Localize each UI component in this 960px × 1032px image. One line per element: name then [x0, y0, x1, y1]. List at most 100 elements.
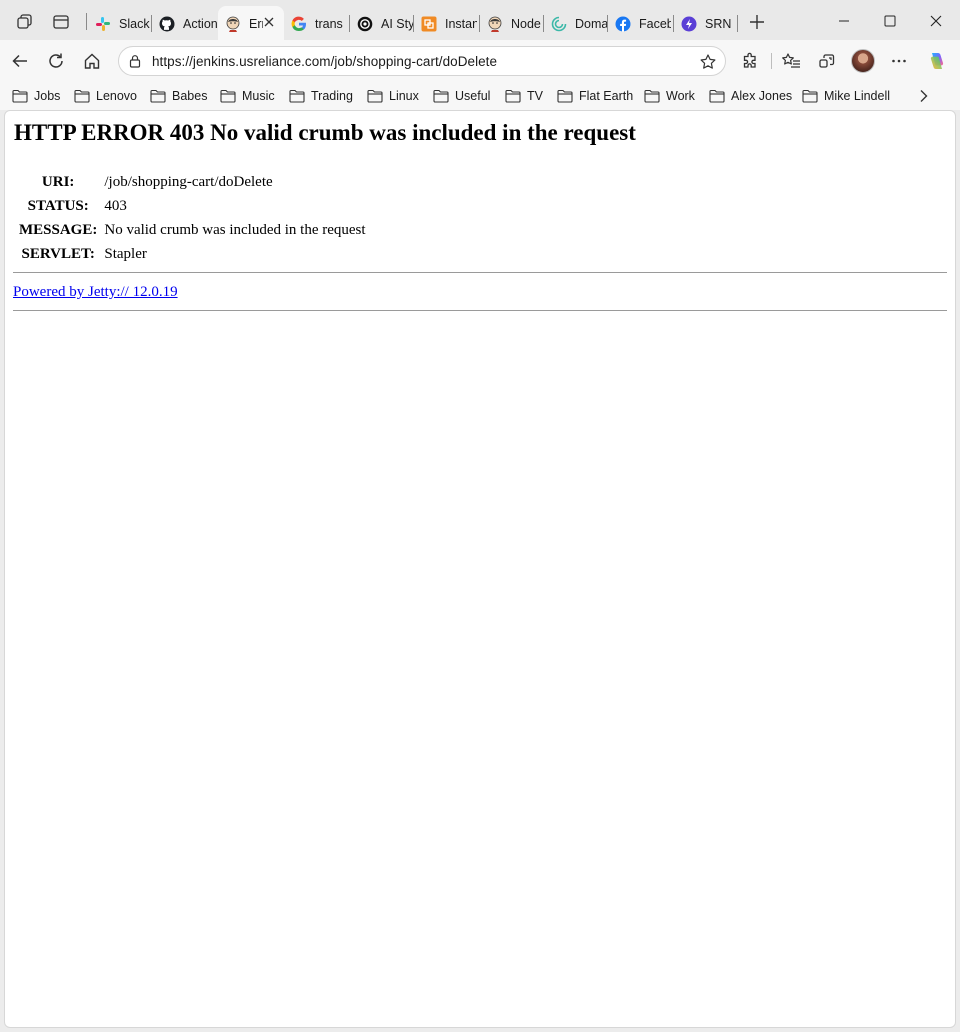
row-key: MESSAGE: — [19, 221, 98, 238]
bookmark-label: Lenovo — [96, 89, 138, 103]
minimize-button[interactable] — [821, 6, 867, 36]
jenkins-icon — [225, 16, 241, 32]
favorite-star-icon[interactable] — [699, 53, 717, 71]
bookmark-folder-alex-jones[interactable]: Alex Jones — [709, 86, 792, 106]
maximize-button[interactable] — [867, 6, 913, 36]
tab-google-translate[interactable]: translate — [284, 7, 350, 40]
teal-swirl-icon — [551, 16, 567, 32]
lock-icon[interactable] — [128, 54, 142, 68]
page-title: HTTP ERROR 403 No valid crumb was includ… — [14, 120, 636, 145]
bookmark-folder-mike-lindell[interactable]: Mike Lindell — [802, 86, 890, 106]
bookmark-folder-lenovo[interactable]: Lenovo — [74, 86, 137, 106]
collections-icon — [818, 52, 836, 70]
tab-label: Facebook — [639, 16, 671, 31]
folder-icon — [644, 89, 660, 103]
jenkins-icon — [487, 16, 503, 32]
tab-slack[interactable]: Slack — [88, 7, 152, 40]
bookmark-folder-trading[interactable]: Trading — [289, 86, 353, 106]
row-value: /job/shopping-cart/doDelete — [104, 173, 273, 190]
tab-divider — [86, 13, 87, 30]
collections-button[interactable] — [811, 45, 843, 77]
vertical-tabs-button[interactable] — [46, 8, 76, 36]
chevron-right-icon[interactable] — [914, 87, 932, 105]
tab-label: Error — [249, 16, 263, 31]
folder-icon — [289, 89, 305, 103]
row-value: Stapler — [104, 245, 147, 262]
tab-label: Node — [511, 16, 541, 31]
toolbar-divider — [771, 53, 772, 69]
favorites-button[interactable] — [775, 45, 807, 77]
tab-separator — [737, 15, 738, 32]
row-value: No valid crumb was included in the reque… — [104, 221, 366, 238]
bookmark-label: Alex Jones — [731, 89, 793, 103]
bookmark-label: Linux — [389, 89, 419, 103]
back-arrow-icon — [11, 52, 29, 70]
tab-facebook[interactable]: Facebook — [608, 7, 674, 40]
bookmark-folder-jobs[interactable]: Jobs — [12, 86, 60, 106]
folder-icon — [12, 89, 28, 103]
close-window-button[interactable] — [913, 6, 959, 36]
error-details-table: URI: /job/shopping-cart/doDelete STATUS:… — [14, 169, 371, 267]
row-key: URI: — [41, 173, 75, 190]
tab-ai-style[interactable]: AI Style — [350, 7, 414, 40]
bookmark-label: Music — [242, 89, 275, 103]
folder-icon — [220, 89, 236, 103]
bookmark-folder-babes[interactable]: Babes — [150, 86, 207, 106]
home-icon — [83, 52, 101, 70]
purple-bolt-icon — [681, 16, 697, 32]
back-button[interactable] — [4, 45, 36, 77]
workspaces-button[interactable] — [10, 8, 40, 36]
more-menu-button[interactable] — [883, 45, 915, 77]
bookmark-folder-linux[interactable]: Linux — [367, 86, 419, 106]
row-key: STATUS: — [27, 197, 89, 214]
bookmark-label: Useful — [455, 89, 491, 103]
more-horizontal-icon — [890, 52, 908, 70]
divider — [13, 272, 947, 273]
home-button[interactable] — [76, 45, 108, 77]
browser-toolbar: https://jenkins.usreliance.com/job/shopp… — [0, 40, 960, 82]
copilot-button[interactable] — [921, 45, 953, 77]
puzzle-icon — [741, 52, 759, 70]
table-row: MESSAGE: No valid crumb was included in … — [17, 219, 368, 241]
tab-github-actions[interactable]: Actions — [152, 7, 218, 40]
copilot-icon — [926, 50, 948, 72]
folder-icon — [557, 89, 573, 103]
powered-by-jetty-link[interactable]: Powered by Jetty:// 12.0.19 — [13, 284, 178, 301]
bookmark-folder-flat-earth[interactable]: Flat Earth — [557, 86, 633, 106]
tab-label: AI Style — [381, 16, 413, 31]
avatar — [851, 49, 875, 73]
bookmark-label: TV — [527, 89, 543, 103]
close-tab-button[interactable] — [262, 15, 276, 29]
tab-srn[interactable]: SRN — [674, 7, 740, 40]
extensions-button[interactable] — [734, 45, 766, 77]
bookmark-folder-music[interactable]: Music — [220, 86, 275, 106]
folder-icon — [74, 89, 90, 103]
refresh-button[interactable] — [40, 45, 72, 77]
tab-domain[interactable]: Domain — [544, 7, 608, 40]
google-icon — [291, 16, 307, 32]
divider — [13, 310, 947, 311]
refresh-icon — [47, 52, 65, 70]
tab-label: Instance — [445, 16, 477, 31]
tab-node[interactable]: Node — [480, 7, 544, 40]
tab-active-error[interactable]: Error — [218, 6, 284, 41]
openai-icon — [357, 16, 373, 32]
folder-icon — [802, 89, 818, 103]
bookmark-folder-useful[interactable]: Useful — [433, 86, 490, 106]
bookmark-folder-work[interactable]: Work — [644, 86, 695, 106]
tab-instance[interactable]: Instance — [414, 7, 480, 40]
row-value: 403 — [104, 197, 127, 214]
table-row: URI: /job/shopping-cart/doDelete — [17, 171, 368, 193]
address-bar[interactable]: https://jenkins.usreliance.com/job/shopp… — [118, 46, 726, 76]
url-text[interactable]: https://jenkins.usreliance.com/job/shopp… — [152, 54, 497, 69]
tab-actions-icon — [52, 13, 70, 31]
bookmark-folder-tv[interactable]: TV — [505, 86, 543, 106]
profile-button[interactable] — [847, 45, 879, 77]
tab-label: translate — [315, 16, 343, 31]
table-row: STATUS: 403 — [17, 195, 368, 217]
folder-icon — [367, 89, 383, 103]
bookmark-label: Flat Earth — [579, 89, 634, 103]
favorites-list-icon — [781, 52, 801, 70]
orange-app-icon — [421, 16, 437, 32]
new-tab-button[interactable] — [744, 9, 770, 35]
